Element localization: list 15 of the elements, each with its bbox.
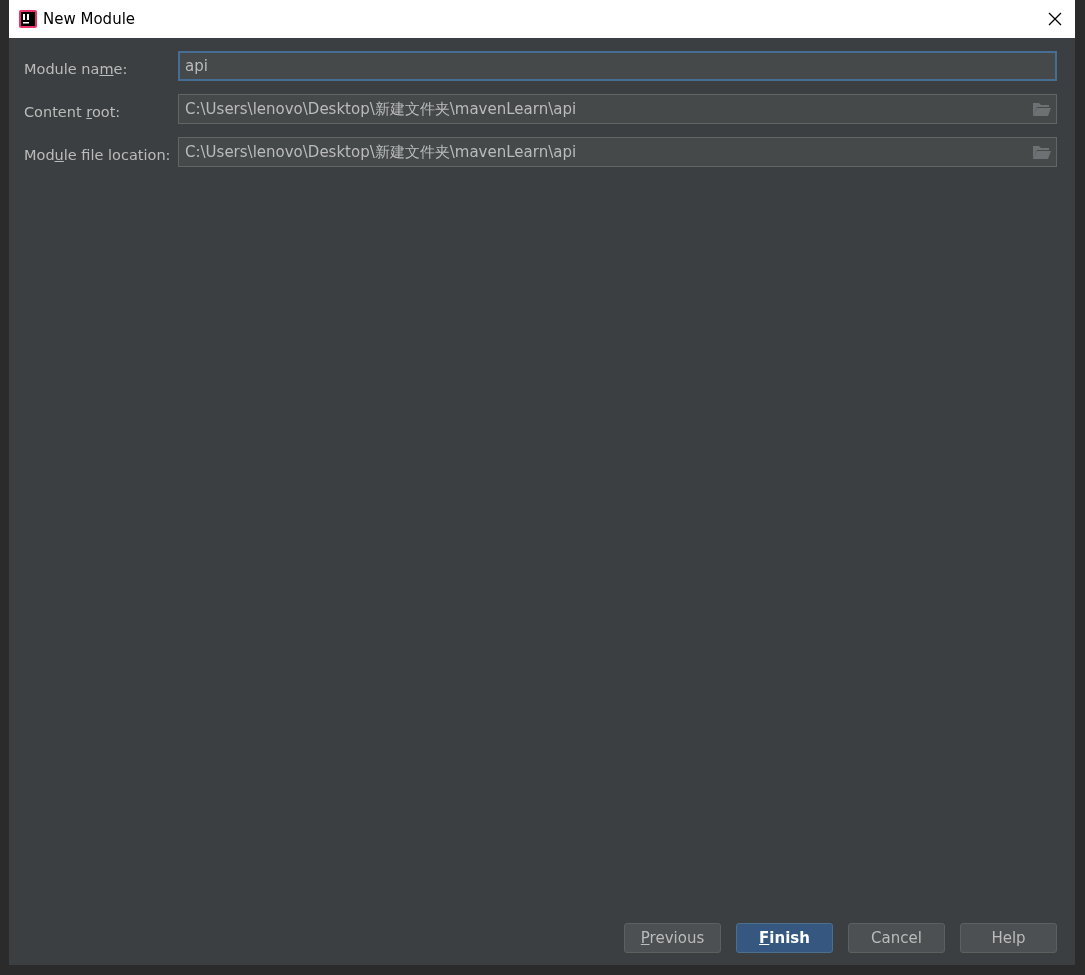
field-label: Module name: (24, 60, 129, 77)
input-field[interactable]: C:\Users\lenovo\Desktop\新建文件夹\mavenLearn\api (178, 137, 1057, 167)
folder-icon[interactable] (1032, 145, 1052, 160)
dialog-button[interactable]: Previous (624, 923, 721, 953)
dialog-button[interactable]: Cancel (848, 923, 945, 953)
dialog-button[interactable]: Help (960, 923, 1057, 953)
dialog-button[interactable]: Finish (736, 923, 833, 953)
field-label: Module file location: (24, 146, 172, 163)
close-icon[interactable] (1048, 12, 1062, 26)
app-logo-icon (19, 10, 37, 28)
input-field[interactable]: api (178, 51, 1057, 81)
window-title: New Module (43, 10, 137, 28)
folder-icon[interactable] (1032, 102, 1052, 117)
field-label: Content root: (24, 103, 122, 120)
input-field[interactable]: C:\Users\lenovo\Desktop\新建文件夹\mavenLearn\api (178, 94, 1057, 124)
